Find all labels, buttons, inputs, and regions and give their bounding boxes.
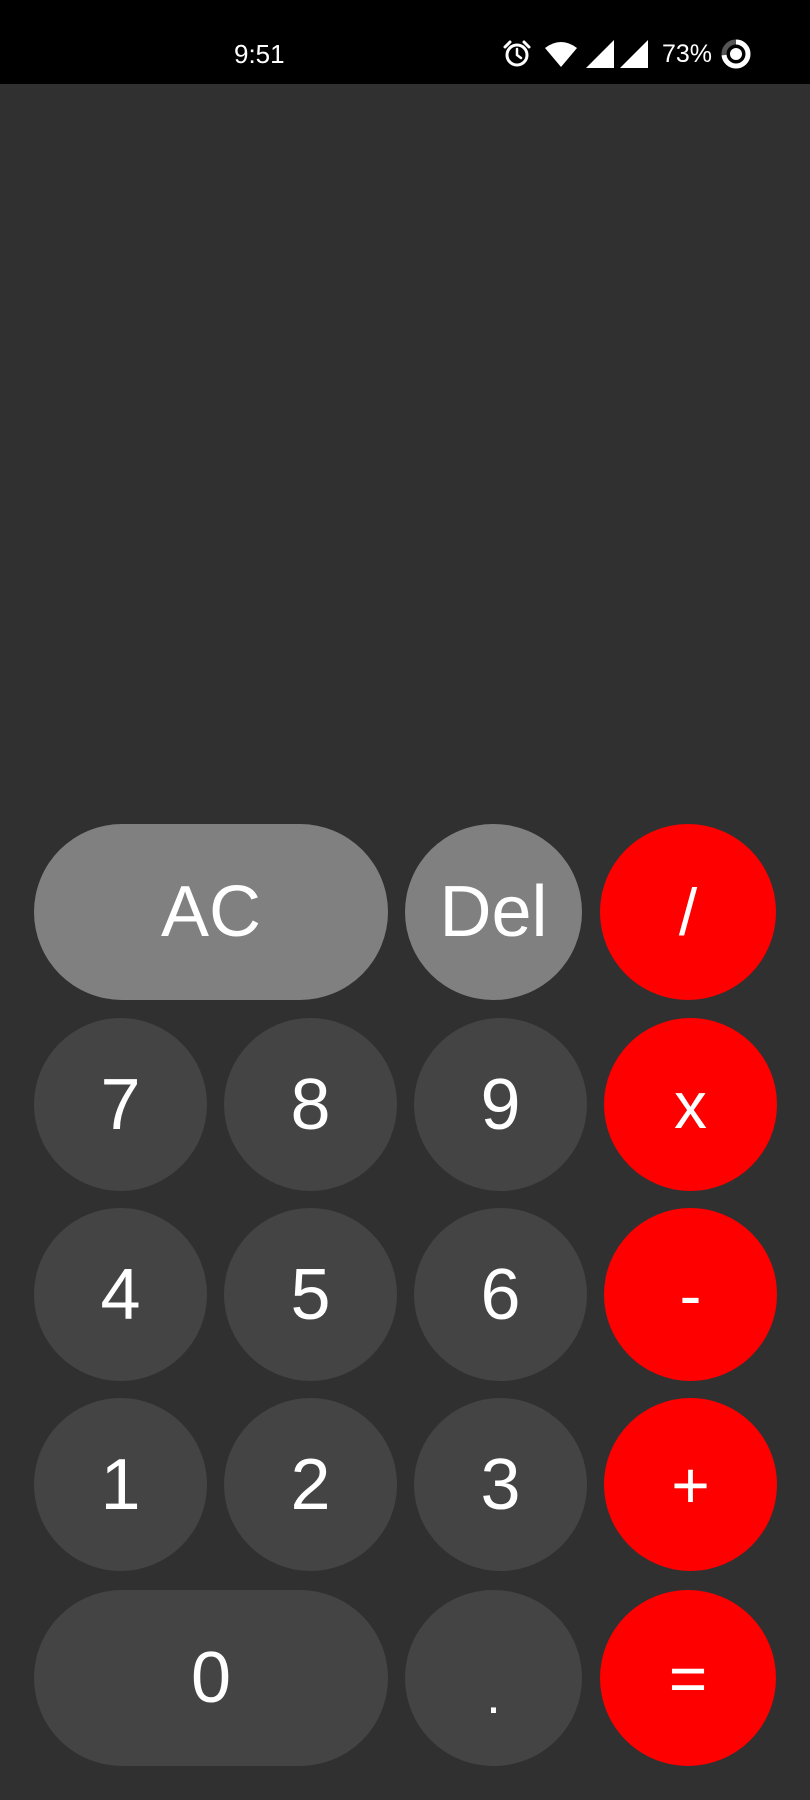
status-icons: 73% [502,36,752,72]
battery-ring-icon [720,38,752,70]
delete-button[interactable]: Del [405,824,582,1000]
digit-9-label: 9 [480,1064,521,1145]
digit-7-label: 7 [100,1064,141,1145]
equals-button[interactable]: = [600,1590,776,1766]
status-time: 9:51 [234,39,285,69]
multiply-label: x [674,1067,707,1142]
status-bar: 9:51 73% [0,0,810,84]
decimal-label: . [486,1667,501,1725]
multiply-button[interactable]: x [604,1018,777,1191]
digit-8-label: 8 [290,1064,331,1145]
digit-5-label: 5 [290,1254,331,1335]
digit-2-button[interactable]: 2 [224,1398,397,1571]
digit-1-button[interactable]: 1 [34,1398,207,1571]
digit-6-label: 6 [480,1254,521,1335]
subtract-label: - [679,1257,702,1332]
subtract-button[interactable]: - [604,1208,777,1381]
equals-label: = [668,1641,708,1715]
digit-6-button[interactable]: 6 [414,1208,587,1381]
digit-9-button[interactable]: 9 [414,1018,587,1191]
signal-icon [620,40,648,68]
wifi-icon [544,39,578,69]
digit-0-button[interactable]: 0 [34,1590,388,1766]
divide-button[interactable]: / [600,824,776,1000]
digit-0-label: 0 [190,1638,232,1718]
divide-label: / [678,875,698,949]
digit-7-button[interactable]: 7 [34,1018,207,1191]
battery-percent: 73% [662,39,713,68]
digit-3-label: 3 [480,1444,521,1525]
digit-3-button[interactable]: 3 [414,1398,587,1571]
calculator-display [0,84,810,808]
alarm-icon [502,39,532,69]
add-button[interactable]: + [604,1398,777,1571]
digit-5-button[interactable]: 5 [224,1208,397,1381]
signal-icon [586,40,614,68]
digit-8-button[interactable]: 8 [224,1018,397,1191]
digit-4-button[interactable]: 4 [34,1208,207,1381]
digit-2-label: 2 [290,1444,331,1525]
all-clear-label: AC [160,872,262,952]
all-clear-button[interactable]: AC [34,824,388,1000]
decimal-button[interactable]: . [405,1590,582,1766]
delete-label: Del [439,872,548,952]
digit-4-label: 4 [100,1254,141,1335]
add-label: + [671,1447,710,1522]
digit-1-label: 1 [100,1444,141,1525]
